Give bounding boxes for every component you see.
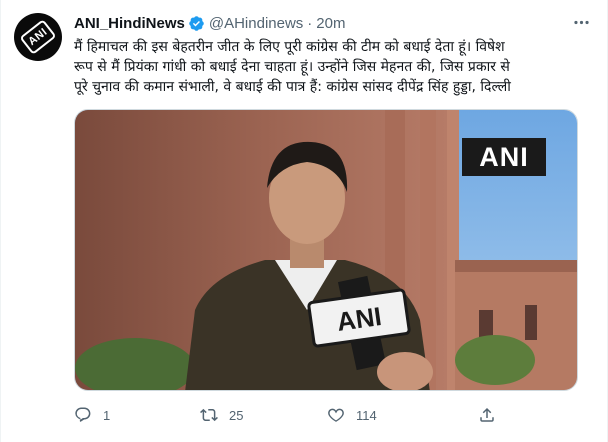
more-options-icon[interactable] bbox=[570, 12, 592, 32]
share-button[interactable] bbox=[478, 404, 496, 426]
tweet-text-line: पूरे चुनाव की कमान संभाली, वे बधाई की पा… bbox=[74, 79, 511, 95]
reply-count: 1 bbox=[103, 407, 111, 423]
share-icon bbox=[478, 406, 496, 424]
retweet-count: 25 bbox=[229, 407, 244, 423]
tweet-actions: 1 25 114 bbox=[74, 404, 578, 426]
ani-watermark: ANI bbox=[462, 138, 546, 176]
mic-flag-text: ANI bbox=[335, 301, 384, 337]
tweet-header: ANI_HindiNews @AHindinews · 20m bbox=[74, 13, 345, 33]
avatar[interactable]: ANI bbox=[14, 13, 62, 61]
heart-icon bbox=[327, 406, 345, 424]
tweet-text: मैं हिमाचल की इस बेहतरीन जीत के लिए पूरी… bbox=[74, 37, 574, 97]
tweet-text-line: रूप से मैं प्रियंका गांधी को बधाई देना च… bbox=[74, 59, 510, 75]
like-button[interactable]: 114 bbox=[327, 404, 377, 426]
tweet-media-image[interactable]: ANI ANI bbox=[74, 109, 578, 391]
tweet-card[interactable]: ANI ANI_HindiNews @AHindinews · 20m मैं … bbox=[0, 0, 608, 442]
reply-button[interactable]: 1 bbox=[74, 404, 110, 426]
reply-icon bbox=[74, 406, 92, 424]
verified-badge-icon bbox=[188, 15, 205, 32]
tweet-text-line: मैं हिमाचल की इस बेहतरीन जीत के लिए पूरी… bbox=[74, 39, 505, 55]
separator-dot: · bbox=[307, 14, 313, 32]
ani-logo: ANI bbox=[19, 19, 57, 55]
author-name[interactable]: ANI_HindiNews bbox=[74, 15, 185, 32]
like-count: 114 bbox=[356, 407, 377, 423]
ani-logo-text: ANI bbox=[26, 25, 50, 49]
author-handle[interactable]: @AHindinews bbox=[209, 15, 303, 32]
retweet-icon bbox=[200, 406, 218, 424]
retweet-button[interactable]: 25 bbox=[200, 404, 243, 426]
tweet-timestamp[interactable]: 20m bbox=[316, 15, 345, 32]
